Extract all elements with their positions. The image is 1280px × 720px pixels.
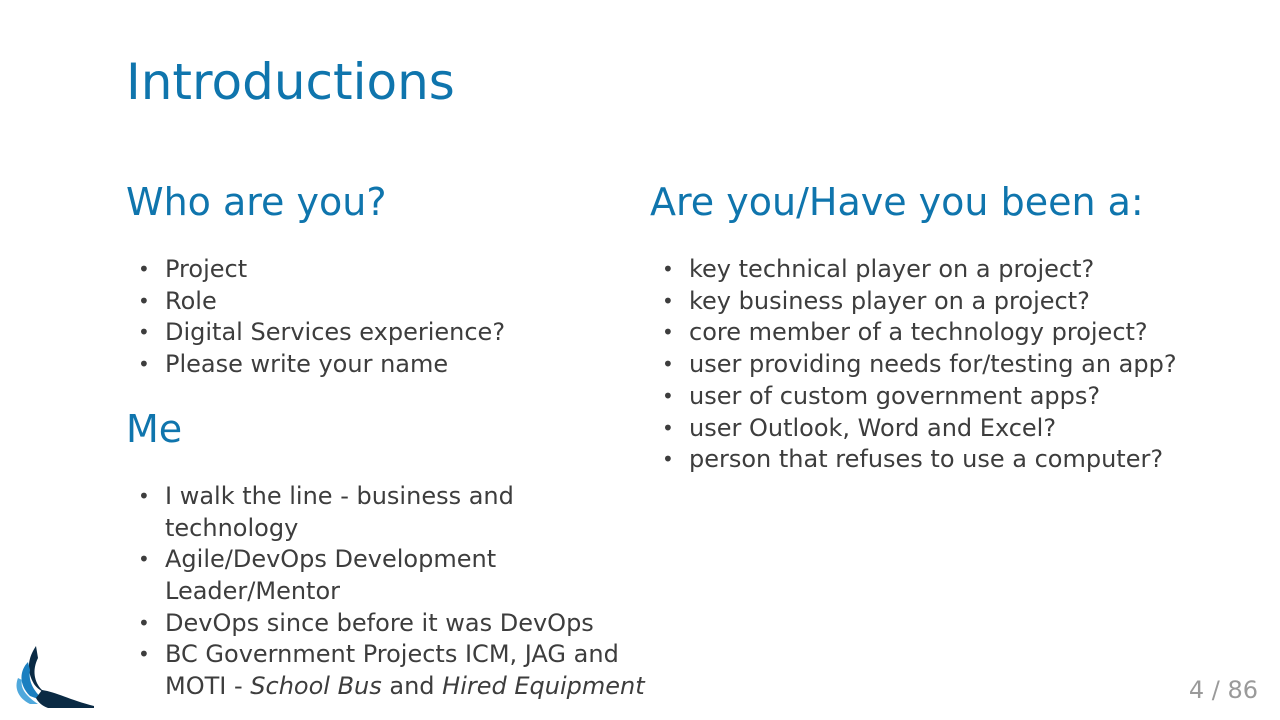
slide-title: Introductions <box>126 53 455 111</box>
list-item: person that refuses to use a computer? <box>650 444 1210 476</box>
list-item: Digital Services experience? <box>126 317 646 349</box>
who-list: Project Role Digital Services experience… <box>126 254 646 381</box>
left-column: Who are you? Project Role Digital Servic… <box>126 178 646 703</box>
list-item: user Outlook, Word and Excel? <box>650 413 1210 445</box>
list-item: Please write your name <box>126 349 646 381</box>
school-bus-text: School Bus <box>250 672 382 701</box>
list-item: BC Government Projects ICM, JAG and MOTI… <box>126 639 646 702</box>
list-item: key business player on a project? <box>650 286 1210 318</box>
bird-logo-icon <box>8 644 98 714</box>
and-text: and <box>381 672 443 701</box>
list-item: core member of a technology project? <box>650 317 1210 349</box>
are-you-heading: Are you/Have you been a: <box>650 180 1144 224</box>
list-item: key technical player on a project? <box>650 254 1210 286</box>
right-column: Are you/Have you been a: key technical p… <box>650 178 1210 476</box>
list-item: DevOps since before it was DevOps <box>126 608 646 640</box>
hired-equipment-text: Hired Equipment <box>442 672 645 701</box>
list-item: Role <box>126 286 646 318</box>
who-heading: Who are you? <box>126 180 387 224</box>
are-you-list: key technical player on a project? key b… <box>650 254 1210 476</box>
page-number: 4 / 86 <box>1188 676 1258 704</box>
list-item: I walk the line - business and technolog… <box>126 481 646 544</box>
list-item: user providing needs for/testing an app? <box>650 349 1210 381</box>
list-item: Project <box>126 254 646 286</box>
list-item: user of custom government apps? <box>650 381 1210 413</box>
list-item: Agile/DevOps Development Leader/Mentor <box>126 544 646 607</box>
me-list: I walk the line - business and technolog… <box>126 481 646 703</box>
me-heading: Me <box>126 406 183 451</box>
